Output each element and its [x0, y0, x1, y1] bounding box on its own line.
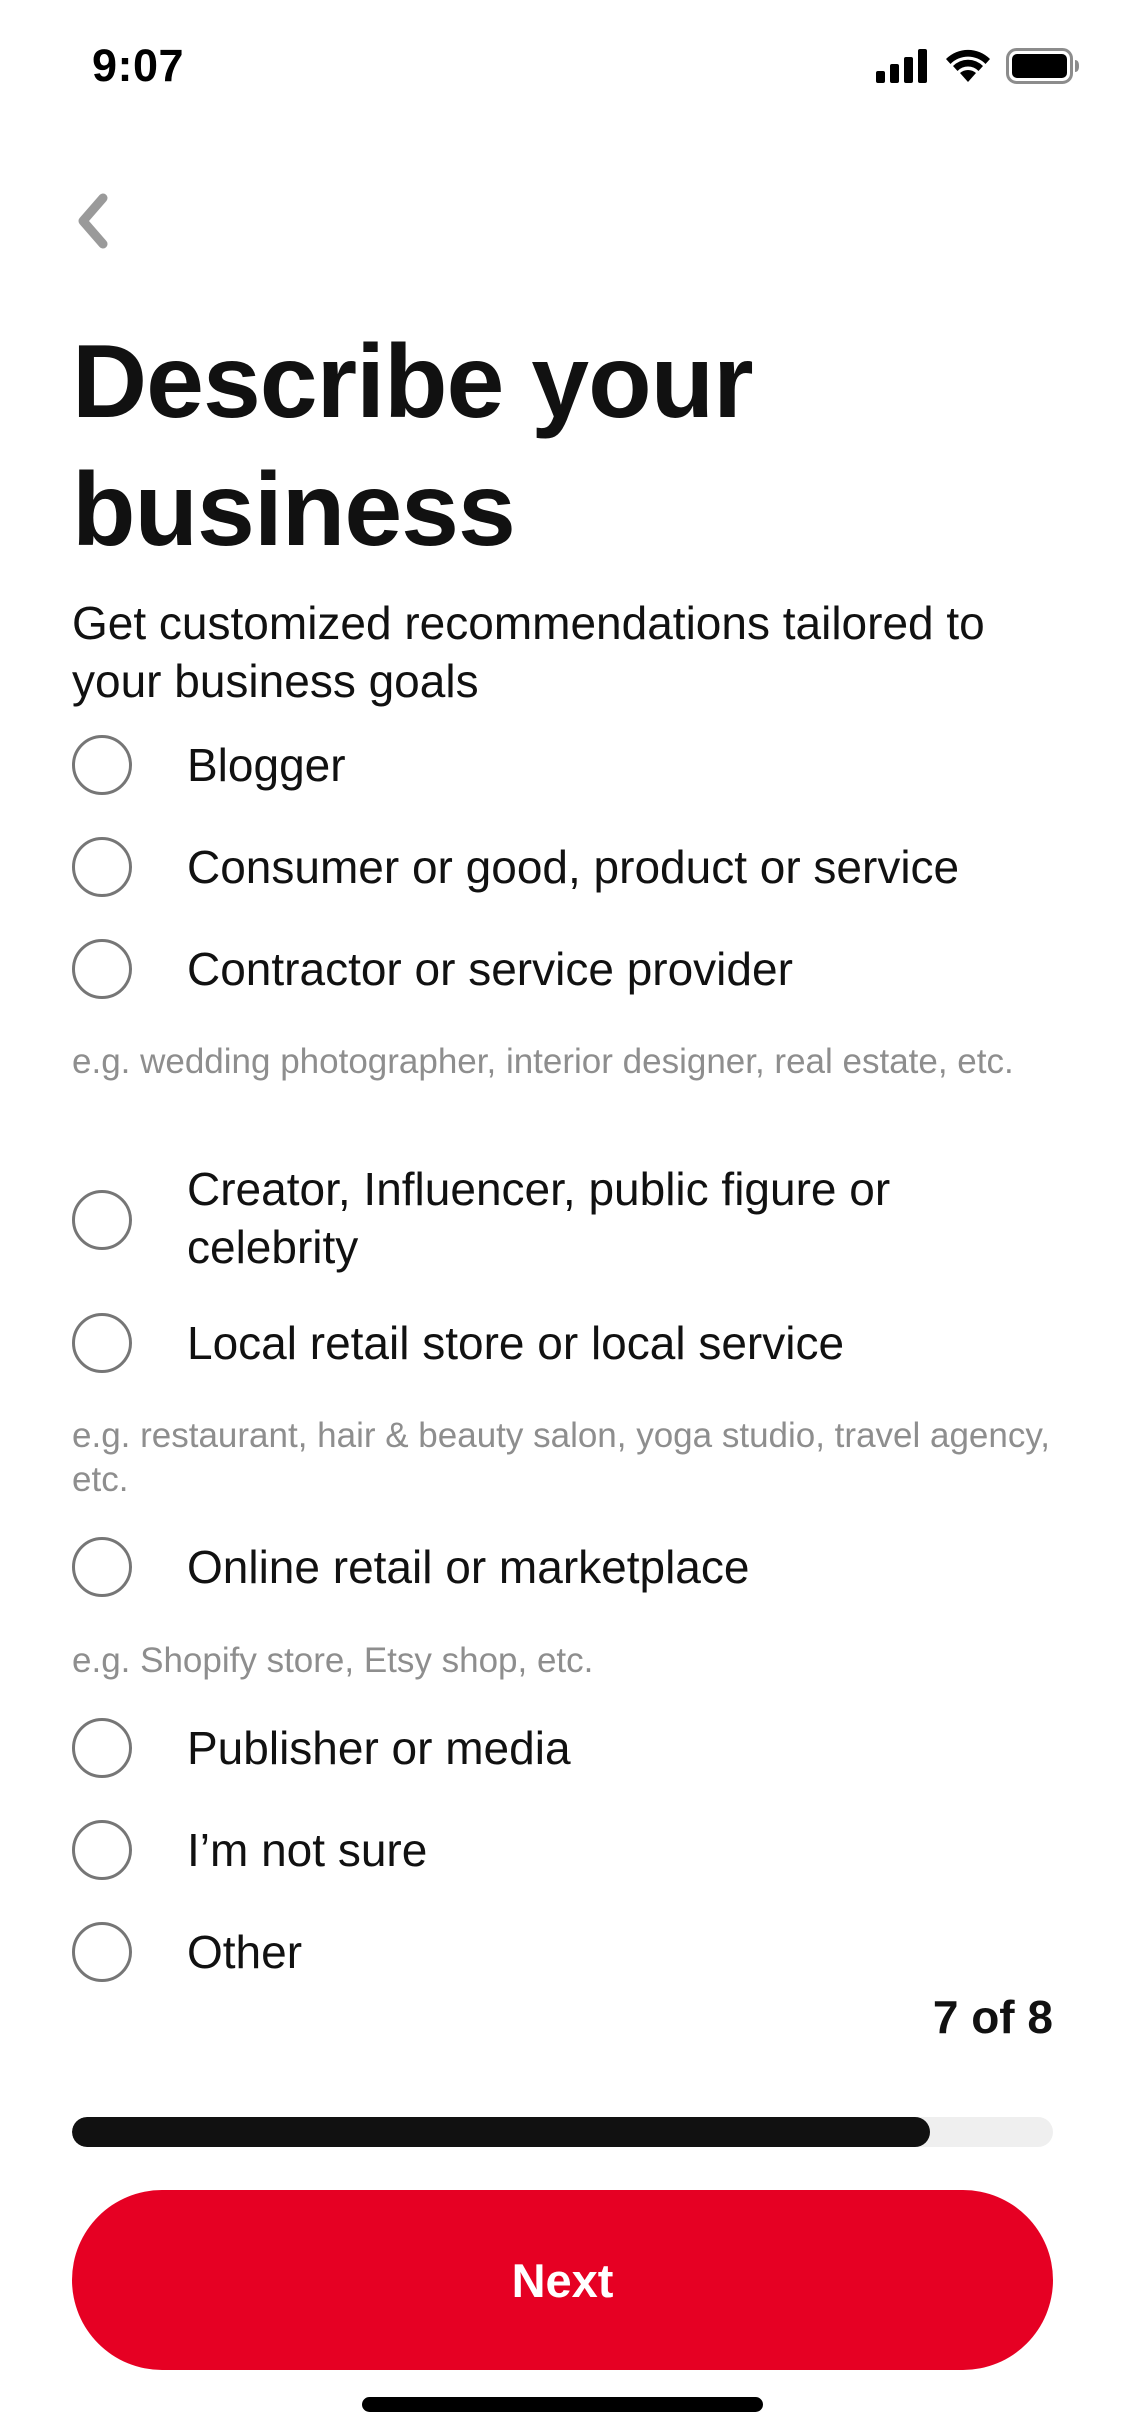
option-publisher[interactable]: Publisher or media	[72, 1715, 1062, 1781]
radio-button[interactable]	[72, 735, 132, 795]
wifi-icon	[944, 48, 992, 84]
home-indicator	[362, 2397, 763, 2412]
option-creator[interactable]: Creator, Influencer, public figure or ce…	[72, 1160, 1062, 1280]
option-label: Other	[187, 1926, 303, 1978]
option-hint: e.g. Shopify store, Etsy shop, etc.	[72, 1641, 594, 1680]
option-label: Creator, Influencer, public figure or ce…	[187, 1163, 891, 1273]
status-icons	[876, 48, 1080, 84]
radio-button[interactable]	[72, 1922, 132, 1982]
option-label: Online retail or marketplace	[187, 1541, 750, 1593]
page-title: Describe your business	[72, 324, 754, 568]
cellular-signal-icon	[876, 49, 930, 83]
progress-bar	[72, 2117, 1053, 2147]
option-online-retail[interactable]: Online retail or marketplace	[72, 1534, 1062, 1600]
option-label: Consumer or good, product or service	[187, 841, 960, 893]
radio-button[interactable]	[72, 837, 132, 897]
progress-bar-fill	[72, 2117, 931, 2147]
option-hint: e.g. wedding photographer, interior desi…	[72, 1042, 1014, 1081]
status-bar: 9:07	[0, 0, 1125, 140]
page-subtitle: Get customized recommendations tailored …	[72, 597, 985, 707]
radio-button[interactable]	[72, 1190, 132, 1250]
option-label: I’m not sure	[187, 1824, 428, 1876]
option-contractor[interactable]: Contractor or service provider	[72, 936, 1062, 1002]
option-local-retail[interactable]: Local retail store or local service	[72, 1310, 1062, 1376]
radio-button[interactable]	[72, 1313, 132, 1373]
radio-button[interactable]	[72, 1718, 132, 1778]
screen: 9:07 Describe your business Get customiz…	[0, 0, 1125, 2436]
step-counter: 7 of 8	[932, 1991, 1053, 2043]
option-label: Publisher or media	[187, 1722, 571, 1774]
status-time: 9:07	[92, 40, 185, 91]
option-blogger[interactable]: Blogger	[72, 732, 1062, 798]
radio-button[interactable]	[72, 1537, 132, 1597]
option-label: Contractor or service provider	[187, 943, 793, 995]
back-button[interactable]	[66, 188, 120, 258]
option-other[interactable]: Other	[72, 1919, 1062, 1985]
option-label: Local retail store or local service	[187, 1317, 845, 1369]
option-label: Blogger	[187, 739, 346, 791]
option-hint: e.g. restaurant, hair & beauty salon, yo…	[72, 1416, 1050, 1499]
battery-icon	[1006, 48, 1080, 84]
chevron-left-icon	[75, 192, 111, 255]
radio-button[interactable]	[72, 1820, 132, 1880]
option-not-sure[interactable]: I’m not sure	[72, 1817, 1062, 1883]
next-button[interactable]: Next	[72, 2190, 1053, 2370]
option-consumer-good[interactable]: Consumer or good, product or service	[72, 834, 1062, 900]
radio-button[interactable]	[72, 939, 132, 999]
